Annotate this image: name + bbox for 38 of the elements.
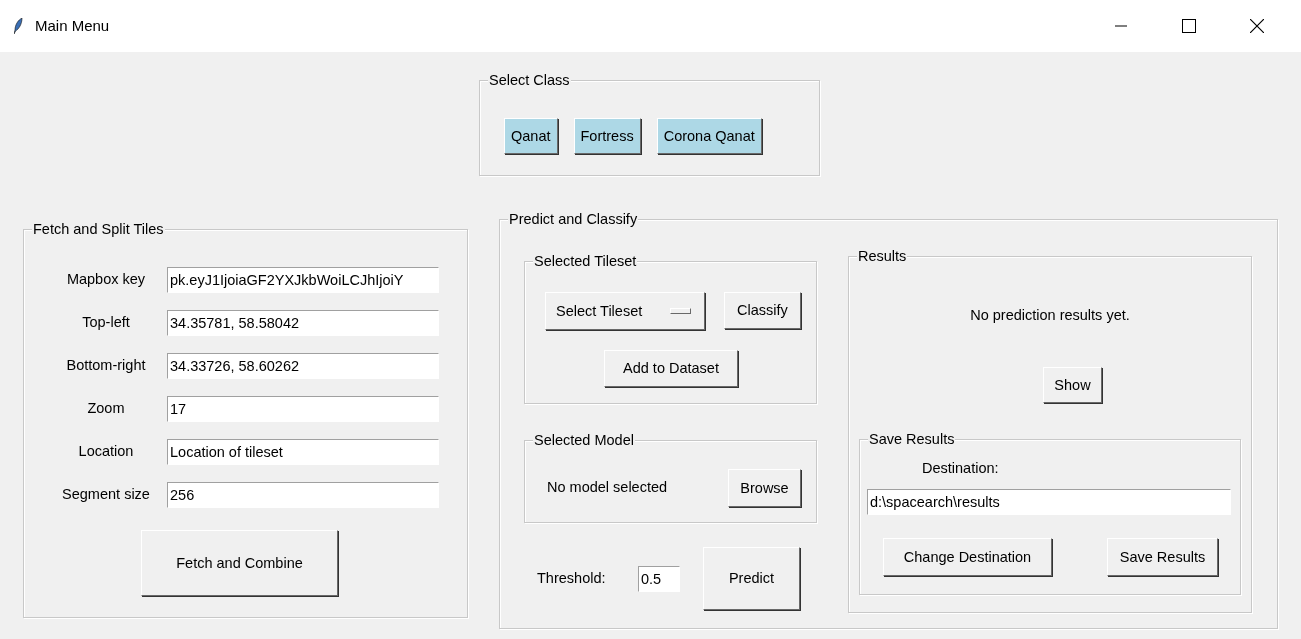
input-field[interactable]: pk.eyJ1IjoiaGF2YXJkbWoiLCJhIjoiY — [167, 267, 439, 293]
field-label: Top-left — [81, 313, 131, 333]
group-title: Predict and Classify — [508, 210, 639, 228]
field-label: Mapbox key — [65, 270, 147, 290]
indicator-icon — [669, 308, 691, 314]
threshold-label: Threshold: — [537, 568, 607, 588]
input-field[interactable]: 34.35781, 58.58042 — [167, 310, 439, 336]
close-icon — [1250, 19, 1264, 33]
input-field[interactable]: 34.33726, 58.60262 — [167, 353, 439, 379]
results-message: No prediction results yet. — [970, 307, 1130, 323]
input-field[interactable]: Location of tileset — [167, 439, 439, 465]
show-button[interactable]: Show — [1043, 366, 1102, 403]
model-status: No model selected — [547, 478, 669, 498]
tileset-dropdown[interactable]: Select Tileset — [545, 292, 705, 330]
minimize-icon — [1115, 25, 1127, 27]
field-label: Segment size — [61, 485, 151, 505]
fetch-combine-button[interactable]: Fetch and Combine — [141, 530, 338, 596]
class-button[interactable]: Qanat — [504, 118, 558, 154]
change-destination-button[interactable]: Change Destination — [883, 537, 1052, 576]
add-to-dataset-button[interactable]: Add to Dataset — [604, 350, 738, 387]
destination-label: Destination: — [922, 459, 999, 476]
class-button[interactable]: Fortress — [573, 118, 641, 154]
browse-button[interactable]: Browse — [728, 469, 801, 507]
threshold-field[interactable]: 0.5 — [638, 565, 680, 592]
maximize-icon — [1182, 19, 1196, 33]
field-label: Bottom-right — [65, 356, 147, 376]
save-results-button[interactable]: Save Results — [1107, 537, 1218, 576]
input-field[interactable]: 256 — [167, 482, 439, 508]
predict-button[interactable]: Predict — [703, 547, 800, 610]
window-title: Main Menu — [35, 15, 110, 36]
field-label: Location — [77, 442, 135, 462]
classify-button[interactable]: Classify — [724, 292, 801, 329]
field-label: Zoom — [86, 399, 126, 419]
class-button[interactable]: Corona Qanat — [656, 118, 762, 154]
destination-field[interactable]: d:\spacearch\results — [867, 488, 1231, 515]
feather-icon — [14, 18, 23, 34]
input-field[interactable]: 17 — [167, 396, 439, 422]
group-title: Fetch and Split Tiles — [32, 220, 165, 238]
